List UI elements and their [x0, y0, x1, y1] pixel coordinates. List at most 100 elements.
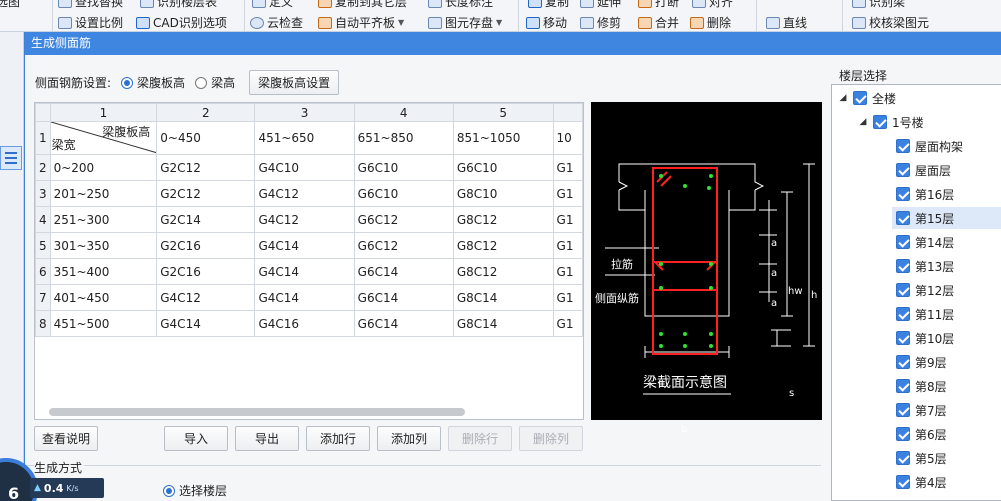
table-cell[interactable]: G8C14 [452, 284, 554, 311]
radio-beam-height[interactable]: 梁高 [195, 74, 235, 91]
ribbon-item-move[interactable]: 移动 [526, 14, 567, 31]
ribbon-item-copy-to-floors[interactable]: 复制到其它层 [318, 0, 407, 10]
row-header[interactable]: 2 [35, 154, 51, 181]
table-cell[interactable]: G4C14 [156, 310, 256, 337]
ribbon-item-line[interactable]: 直线 [766, 14, 807, 31]
ribbon-item-copy[interactable]: 复制 [528, 0, 569, 10]
table-cell[interactable]: G4C14 [254, 232, 355, 259]
tree-node-floor-selected[interactable]: 第15层 [892, 207, 1001, 229]
radio-web-height[interactable]: 梁腹板高 [121, 74, 185, 91]
table-cell[interactable]: G4C10 [254, 154, 355, 181]
checkbox-checked-icon[interactable] [896, 163, 910, 177]
table-cell[interactable]: G1 [552, 232, 583, 259]
table-cell[interactable]: 201~250 [49, 180, 158, 207]
table-cell[interactable]: G1 [552, 310, 583, 337]
table-cell[interactable]: G6C12 [353, 232, 454, 259]
ribbon-item-merge[interactable]: 合并 [638, 14, 679, 31]
row-header[interactable]: 7 [35, 284, 51, 311]
table-cell[interactable]: G2C14 [156, 206, 256, 233]
checkbox-checked-icon[interactable] [896, 331, 910, 345]
tree-node-floor[interactable]: 第14层 [896, 231, 954, 253]
horizontal-scrollbar[interactable] [49, 408, 465, 416]
table-cell[interactable]: G6C10 [353, 154, 454, 181]
tree-node-floor[interactable]: 第16层 [896, 183, 954, 205]
ribbon-item-auto-flush-slab[interactable]: 自动平齐板 ▼ [318, 14, 404, 31]
table-cell[interactable]: G6C12 [353, 206, 454, 233]
table-cell[interactable]: 651~850 [353, 121, 454, 155]
export-button[interactable]: 导出 [235, 426, 299, 451]
column-header[interactable]: 2 [156, 103, 256, 122]
ribbon-item-identify-beam[interactable]: 识别梁 [852, 0, 905, 10]
table-cell[interactable]: G1 [552, 206, 583, 233]
ribbon-item-length-dim[interactable]: 长度标注 [428, 0, 493, 10]
table-cell[interactable]: G2C12 [156, 180, 256, 207]
ribbon-item-verify-beam[interactable]: 校核梁图元 [852, 14, 929, 31]
column-header[interactable]: 3 [254, 103, 355, 122]
table-cell[interactable]: 0~200 [49, 154, 158, 181]
checkbox-checked-icon[interactable] [896, 307, 910, 321]
add-column-button[interactable]: 添加列 [377, 426, 441, 451]
table-cell[interactable]: G4C12 [156, 284, 256, 311]
table-cell[interactable]: G8C12 [452, 258, 554, 285]
tree-node-floor[interactable]: 第6层 [896, 423, 947, 445]
add-row-button[interactable]: 添加行 [306, 426, 370, 451]
table-cell[interactable]: G6C14 [353, 258, 454, 285]
checkbox-checked-icon[interactable] [896, 427, 910, 441]
ribbon-item-trim[interactable]: 修剪 [580, 14, 621, 31]
tree-node-floor[interactable]: 第7层 [896, 399, 947, 421]
checkbox-checked-icon[interactable] [896, 451, 910, 465]
table-cell[interactable]: G4C14 [254, 284, 355, 311]
table-cell[interactable]: G2C16 [156, 232, 256, 259]
row-header[interactable]: 6 [35, 258, 51, 285]
checkbox-checked-icon[interactable] [896, 139, 910, 153]
tree-node-floor[interactable]: 第13层 [896, 255, 954, 277]
table-cell[interactable]: 351~400 [49, 258, 158, 285]
table-cell[interactable]: G8C10 [452, 180, 554, 207]
table-cell[interactable]: G4C16 [254, 310, 355, 337]
web-height-settings-button[interactable]: 梁腹板高设置 [249, 70, 340, 95]
checkbox-checked-icon[interactable] [853, 91, 867, 105]
ribbon-item-cad-options[interactable]: CAD识别选项 [136, 14, 227, 31]
ribbon-item-define[interactable]: 定义 [252, 0, 293, 10]
checkbox-checked-icon[interactable] [896, 475, 910, 489]
collapse-triangle-icon[interactable]: ◢ [838, 93, 848, 103]
ribbon-item-align[interactable]: 对齐 [692, 0, 733, 10]
row-header[interactable]: 5 [35, 232, 51, 259]
table-cell[interactable]: 301~350 [49, 232, 158, 259]
checkbox-checked-icon[interactable] [873, 115, 887, 129]
table-cell[interactable]: G1 [552, 284, 583, 311]
table-cell[interactable]: G4C12 [254, 206, 355, 233]
ribbon-item-break[interactable]: 打断 [638, 0, 679, 10]
tree-node-floor[interactable]: 第5层 [896, 447, 947, 469]
ribbon-item-set-scale[interactable]: 设置比例 [58, 14, 123, 31]
table-cell[interactable]: 851~1050 [452, 121, 554, 155]
table-cell[interactable]: G6C14 [353, 310, 454, 337]
table-cell[interactable]: G6C10 [452, 154, 554, 181]
tree-node-building-1[interactable]: ◢ 1号楼 [858, 111, 924, 133]
table-cell[interactable]: 10 [552, 121, 583, 155]
table-cell[interactable]: G1 [552, 258, 583, 285]
checkbox-checked-icon[interactable] [896, 187, 910, 201]
checkbox-checked-icon[interactable] [896, 259, 910, 273]
checkbox-checked-icon[interactable] [896, 403, 910, 417]
tree-node-floor[interactable]: 屋面构架 [896, 135, 963, 157]
checkbox-checked-icon[interactable] [896, 379, 910, 393]
view-help-button[interactable]: 查看说明 [34, 426, 98, 451]
table-cell[interactable]: G6C10 [353, 180, 454, 207]
table-cell[interactable]: G2C12 [156, 154, 256, 181]
table-cell[interactable]: G4C12 [254, 180, 355, 207]
ribbon-item-cloud-check[interactable]: 云检查 [250, 14, 303, 31]
table-cell[interactable]: G8C12 [452, 232, 554, 259]
column-header[interactable]: 4 [353, 103, 454, 122]
checkbox-checked-icon[interactable] [896, 211, 910, 225]
ribbon-item-save-elements[interactable]: 图元存盘 ▼ [428, 14, 502, 31]
diagonal-header-cell[interactable]: 梁腹板高 梁宽 [49, 121, 158, 155]
tree-node-floor[interactable]: 第10层 [896, 327, 954, 349]
tree-node-floor[interactable]: 第12层 [896, 279, 954, 301]
table-cell[interactable]: G8C14 [452, 310, 554, 337]
table-cell[interactable]: 451~650 [254, 121, 355, 155]
row-header[interactable]: 8 [35, 310, 51, 337]
row-header[interactable]: 4 [35, 206, 51, 233]
tree-node-floor[interactable]: 屋面层 [896, 159, 951, 181]
tree-node-floor[interactable]: 第11层 [896, 303, 954, 325]
